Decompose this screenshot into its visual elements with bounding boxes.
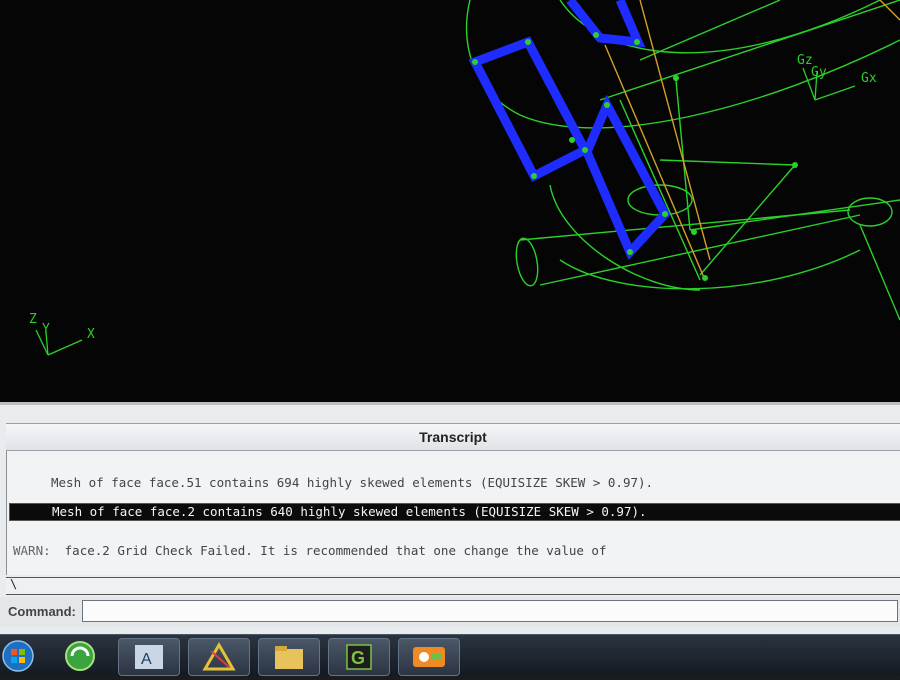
local-z-label: Z <box>29 312 37 327</box>
media-app-icon[interactable] <box>398 638 460 676</box>
wire-line-10 <box>675 79 691 231</box>
wire-curve-1 <box>465 0 900 129</box>
warning-text: face.2 Grid Check Failed. It is recommen… <box>64 543 607 558</box>
geometry-app-icon[interactable] <box>188 638 250 676</box>
wire-line-6 <box>699 164 796 276</box>
prompt-glyph: \ <box>10 577 18 591</box>
local-x-label: X <box>87 327 95 342</box>
cylinder-end <box>515 237 539 287</box>
local-y-label: Y <box>42 322 50 337</box>
transcript-title: Transcript <box>6 423 900 451</box>
svg-text:G: G <box>351 648 365 668</box>
gambit-app-icon[interactable]: G <box>328 638 390 676</box>
command-label: Command: <box>8 604 76 619</box>
wire-line-2 <box>639 0 781 61</box>
taskbar: A G <box>0 634 900 676</box>
file-manager-icon[interactable] <box>258 638 320 676</box>
transcript-log[interactable]: Mesh of face face.51 contains 694 highly… <box>6 451 900 575</box>
start-orb-icon[interactable] <box>0 638 36 674</box>
wire-line-5 <box>859 224 900 321</box>
warn-prefix: WARN: <box>13 543 51 558</box>
browser-icon[interactable] <box>62 639 98 673</box>
autocad-app-icon[interactable]: A <box>118 638 180 676</box>
transcript-line-warning: WARN: face.2 Grid Check Failed. It is rec… <box>7 543 900 558</box>
wire-line-7 <box>659 159 796 166</box>
prompt-row: \ <box>6 577 900 595</box>
wire-line-1 <box>599 0 900 101</box>
wire-curve-3 <box>559 249 861 290</box>
transcript-panel: Transcript Mesh of face face.51 contains… <box>0 402 900 637</box>
transcript-line: Mesh of face face.51 contains 694 highly… <box>51 475 654 490</box>
svg-text:A: A <box>141 651 152 668</box>
command-input[interactable] <box>82 600 898 622</box>
graphics-viewport[interactable]: Gz Gy Gx Z Y X <box>0 0 900 402</box>
command-row: Command: <box>0 597 900 627</box>
global-y-label: Gy <box>811 65 827 80</box>
global-x-label: Gx <box>861 71 877 86</box>
transcript-line-highlighted[interactable]: Mesh of face face.2 contains 640 highly … <box>9 503 900 521</box>
model-wireframe: Gz Gy Gx Z Y X <box>29 0 900 356</box>
